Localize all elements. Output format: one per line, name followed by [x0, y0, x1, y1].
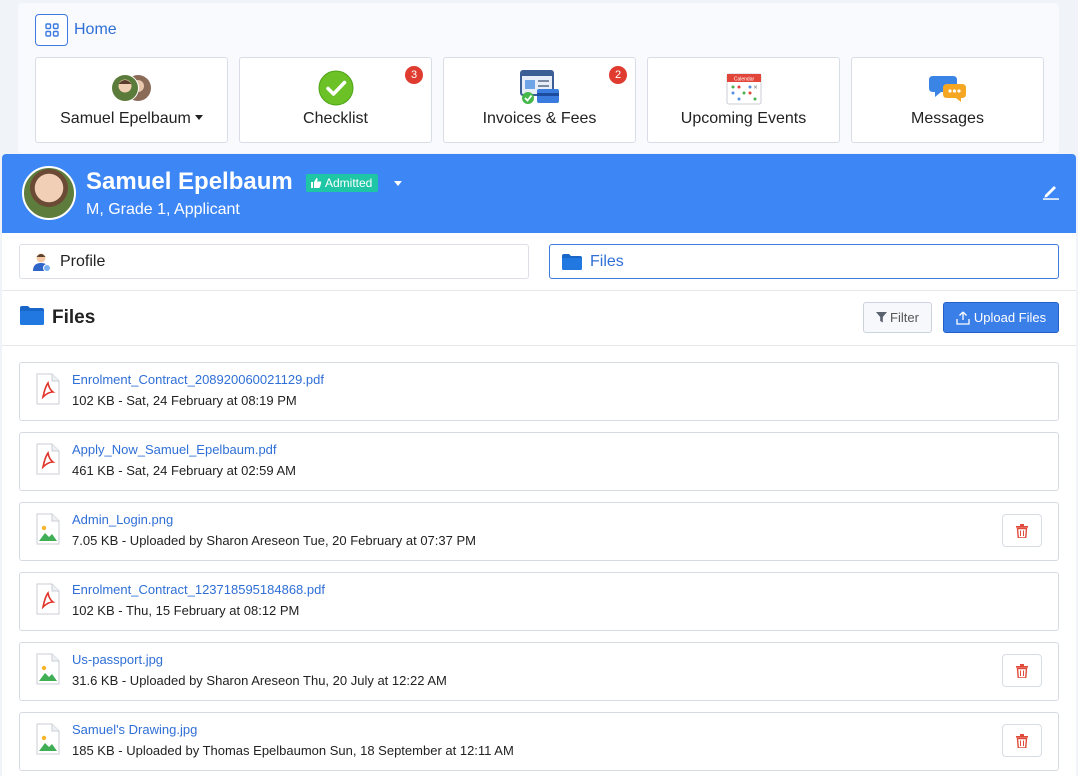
checklist-badge: 3 — [405, 66, 423, 84]
image-file-icon — [36, 723, 60, 760]
divider — [2, 345, 1076, 346]
file-meta: 102 KB - Sat, 24 February at 08:19 PM — [72, 393, 297, 408]
tab-files[interactable]: Files — [549, 244, 1059, 279]
tile-messages[interactable]: Messages — [851, 57, 1044, 143]
file-row: Admin_Login.png 7.05 KB - Uploaded by Sh… — [19, 502, 1059, 561]
invoice-card-icon — [519, 68, 561, 108]
file-meta: 7.05 KB - Uploaded by Sharon Areseon Tue… — [72, 533, 476, 548]
file-meta: 31.6 KB - Uploaded by Sharon Areseon Thu… — [72, 673, 447, 688]
file-row: Samuel's Drawing.jpg 185 KB - Uploaded b… — [19, 712, 1059, 771]
tile-messages-label: Messages — [911, 110, 984, 127]
file-meta: 102 KB - Thu, 15 February at 08:12 PM — [72, 603, 300, 618]
file-link[interactable]: Samuel's Drawing.jpg — [72, 722, 197, 737]
filter-label: Filter — [890, 310, 919, 325]
home-label[interactable]: Home — [74, 21, 117, 39]
trash-icon — [1016, 523, 1028, 538]
files-title: Files — [52, 307, 96, 328]
status-label: Admitted — [325, 176, 373, 190]
file-link[interactable]: Enrolment_Contract_123718595184868.pdf — [72, 582, 325, 597]
delete-button[interactable] — [1002, 724, 1042, 757]
delete-button[interactable] — [1002, 514, 1042, 547]
trash-icon — [1016, 663, 1028, 678]
file-row: Enrolment_Contract_123718595184868.pdf 1… — [19, 572, 1059, 631]
user-profile-icon — [32, 252, 52, 272]
pdf-file-icon — [36, 583, 60, 620]
upload-icon — [956, 311, 970, 325]
file-row: Apply_Now_Samuel_Epelbaum.pdf 461 KB - S… — [19, 432, 1059, 491]
tile-invoices-label: Invoices & Fees — [482, 110, 597, 127]
tab-profile[interactable]: Profile — [19, 244, 529, 279]
upload-files-button[interactable]: Upload Files — [943, 302, 1059, 333]
file-link[interactable]: Us-passport.jpg — [72, 652, 163, 667]
calendar-word: Calendar — [733, 77, 754, 83]
main-content: Profile Files Files Filter Upload Files … — [2, 233, 1076, 776]
divider — [2, 290, 1076, 291]
filter-icon — [876, 312, 888, 323]
pencil-icon[interactable] — [1042, 182, 1060, 200]
file-link[interactable]: Admin_Login.png — [72, 512, 173, 527]
tile-invoices[interactable]: 2 Invoices & Fees — [443, 57, 636, 143]
tile-checklist[interactable]: 3 Checklist — [239, 57, 432, 143]
avatars-icon — [108, 68, 156, 108]
folder-icon — [20, 306, 44, 330]
file-list: Enrolment_Contract_208920060021129.pdf 1… — [19, 362, 1059, 776]
tile-upcoming-events[interactable]: Calendar Upcoming Events — [647, 57, 840, 143]
top-nav-panel: Home Samuel Epelbaum 3 Checklist 2 Invoi… — [18, 3, 1059, 153]
image-file-icon — [36, 513, 60, 550]
image-file-icon — [36, 653, 60, 690]
file-row: Us-passport.jpg 31.6 KB - Uploaded by Sh… — [19, 642, 1059, 701]
tile-checklist-label: Checklist — [303, 110, 368, 127]
student-name: Samuel Epelbaum — [86, 168, 293, 195]
home-link[interactable]: Home — [35, 14, 117, 46]
files-section-header: Files — [20, 306, 95, 330]
chevron-down-icon — [194, 115, 203, 120]
file-row: Enrolment_Contract_208920060021129.pdf 1… — [19, 362, 1059, 421]
avatar — [22, 166, 76, 220]
pdf-file-icon — [36, 443, 60, 480]
file-meta: 461 KB - Sat, 24 February at 02:59 AM — [72, 463, 297, 478]
student-subtitle: M, Grade 1, Applicant — [86, 201, 240, 218]
calendar-icon: Calendar — [726, 68, 762, 108]
tile-student-label: Samuel Epelbaum — [60, 110, 191, 127]
pdf-file-icon — [36, 373, 60, 410]
student-header: Samuel Epelbaum Admitted M, Grade 1, App… — [2, 154, 1076, 233]
file-meta: 185 KB - Uploaded by Thomas Epelbaumon S… — [72, 743, 514, 758]
tile-student-switcher[interactable]: Samuel Epelbaum — [35, 57, 228, 143]
tab-files-label: Files — [590, 252, 624, 270]
chat-bubbles-icon — [928, 68, 967, 108]
file-link[interactable]: Enrolment_Contract_208920060021129.pdf — [72, 372, 324, 387]
file-link[interactable]: Apply_Now_Samuel_Epelbaum.pdf — [72, 442, 277, 457]
tile-events-label: Upcoming Events — [680, 110, 807, 127]
folder-icon — [562, 253, 582, 270]
grid-icon[interactable] — [35, 14, 68, 46]
check-circle-icon — [318, 68, 354, 108]
filter-button[interactable]: Filter — [863, 302, 932, 333]
thumbs-up-icon — [311, 178, 322, 188]
delete-button[interactable] — [1002, 654, 1042, 687]
tab-profile-label: Profile — [60, 252, 106, 270]
quick-tiles: Samuel Epelbaum 3 Checklist 2 Invoices &… — [35, 57, 1044, 143]
invoices-badge: 2 — [609, 66, 627, 84]
status-chevron-down-icon[interactable] — [394, 181, 402, 186]
upload-label: Upload Files — [973, 310, 1047, 325]
status-badge[interactable]: Admitted — [306, 174, 379, 192]
trash-icon — [1016, 733, 1028, 748]
